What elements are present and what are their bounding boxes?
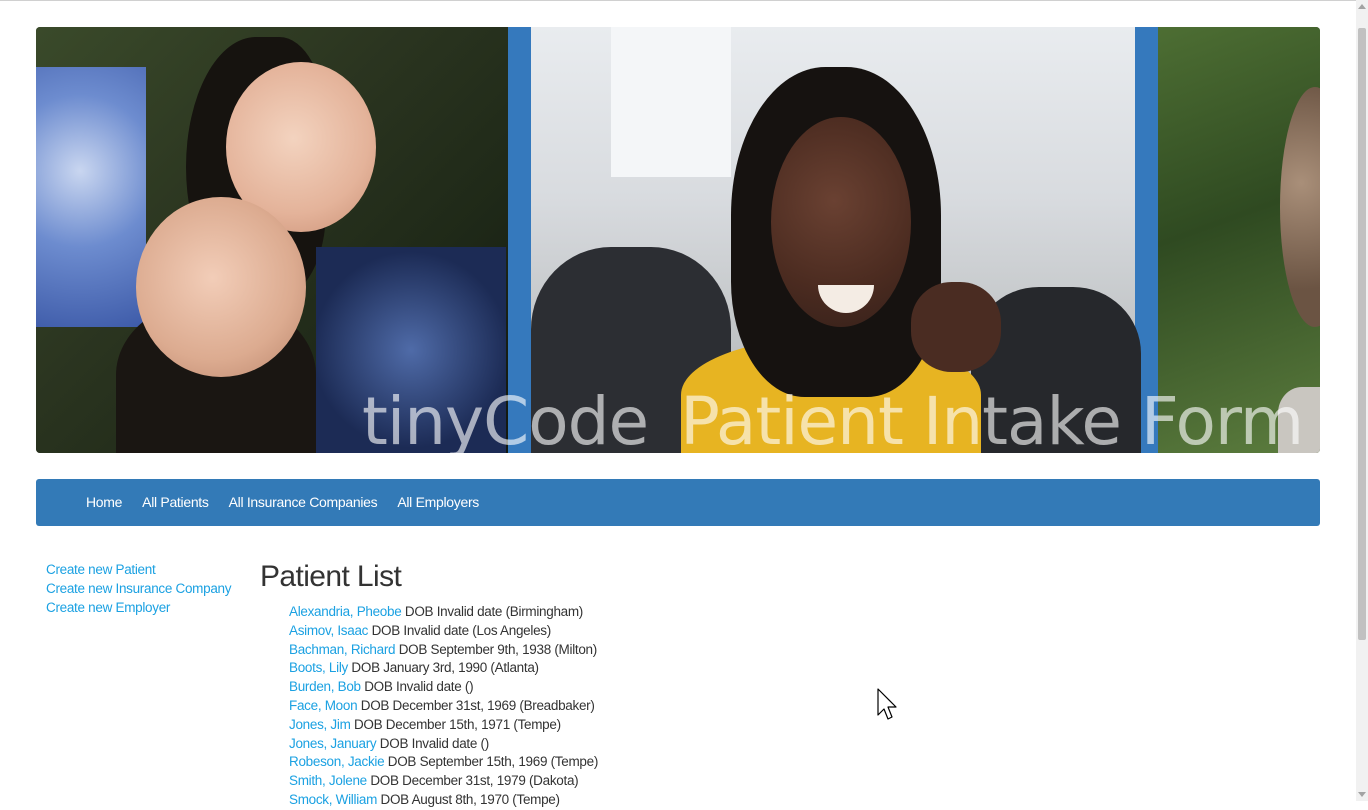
patient-link[interactable]: Smock, William (289, 792, 377, 807)
nav-all-patients[interactable]: All Patients (132, 479, 218, 526)
create-insurance-company-link[interactable]: Create new Insurance Company (46, 579, 232, 598)
patient-details: DOB January 3rd, 1990 (Atlanta) (347, 660, 539, 676)
main-navbar: Home All Patients All Insurance Companie… (36, 479, 1320, 526)
nav-all-employers[interactable]: All Employers (387, 479, 489, 526)
patient-details: DOB December 31st, 1969 (Breadbaker) (357, 697, 595, 713)
patient-details: DOB September 9th, 1938 (Milton) (395, 641, 598, 657)
patient-list: Alexandria, Pheobe DOB Invalid date (Bir… (289, 603, 598, 810)
patient-link[interactable]: Bachman, Richard (289, 642, 396, 657)
patient-link[interactable]: Burden, Bob (289, 679, 361, 694)
list-item: Boots, Lily DOB January 3rd, 1990 (Atlan… (289, 659, 598, 678)
patient-details: DOB Invalid date (Los Angeles) (368, 622, 552, 638)
patient-link[interactable]: Jones, Jim (289, 717, 351, 732)
header-banner: tinyCode_Patient Intake Form (36, 27, 1320, 453)
patient-link[interactable]: Alexandria, Pheobe (289, 604, 402, 619)
list-item: Face, Moon DOB December 31st, 1969 (Brea… (289, 697, 598, 716)
patient-link[interactable]: Smith, Jolene (289, 773, 367, 788)
list-item: Burden, Bob DOB Invalid date () (289, 678, 598, 697)
patient-details: DOB December 15th, 1971 (Tempe) (350, 716, 561, 732)
list-item: Smock, William DOB August 8th, 1970 (Tem… (289, 791, 598, 810)
scroll-up-arrow-icon[interactable] (1358, 4, 1366, 9)
mouse-cursor-icon (877, 688, 897, 720)
nav-all-insurance-companies[interactable]: All Insurance Companies (219, 479, 388, 526)
list-item: Bachman, Richard DOB September 9th, 1938… (289, 641, 598, 660)
nav-home[interactable]: Home (76, 479, 132, 526)
sidebar: Create new Patient Create new Insurance … (46, 560, 232, 617)
patient-details: DOB Invalid date () (360, 679, 474, 695)
patient-details: DOB Invalid date () (376, 735, 489, 751)
patient-link[interactable]: Jones, January (289, 736, 377, 751)
window-top-border (0, 0, 1368, 1)
patient-link[interactable]: Robeson, Jackie (289, 754, 385, 769)
banner-title: tinyCode_Patient Intake Form (362, 383, 1304, 454)
patient-link[interactable]: Asimov, Isaac (289, 623, 368, 638)
list-item: Robeson, Jackie DOB September 15th, 1969… (289, 753, 598, 772)
patient-link[interactable]: Face, Moon (289, 698, 358, 713)
patient-details: DOB Invalid date (Birmingham) (401, 604, 584, 619)
create-patient-link[interactable]: Create new Patient (46, 560, 231, 579)
vertical-scrollbar[interactable] (1356, 0, 1368, 801)
list-item: Alexandria, Pheobe DOB Invalid date (Bir… (289, 603, 598, 622)
list-item: Smith, Jolene DOB December 31st, 1979 (D… (289, 772, 598, 791)
patient-link[interactable]: Boots, Lily (289, 660, 348, 675)
list-item: Jones, Jim DOB December 15th, 1971 (Temp… (289, 716, 598, 735)
page-title: Patient List (260, 560, 402, 593)
main-content: Patient List Alexandria, Pheobe DOB Inva… (260, 560, 598, 810)
patient-details: DOB September 15th, 1969 (Tempe) (384, 754, 599, 770)
list-item: Asimov, Isaac DOB Invalid date (Los Ange… (289, 622, 598, 641)
scroll-down-arrow-icon[interactable] (1358, 792, 1366, 797)
patient-details: DOB December 31st, 1979 (Dakota) (366, 773, 579, 789)
patient-details: DOB August 8th, 1970 (Tempe) (377, 791, 561, 807)
scrollbar-thumb[interactable] (1358, 28, 1366, 640)
list-item: Jones, January DOB Invalid date () (289, 735, 598, 754)
create-employer-link[interactable]: Create new Employer (46, 598, 231, 617)
